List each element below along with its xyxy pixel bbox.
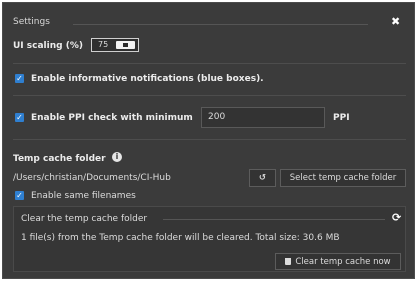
ppi-unit: PPI — [333, 113, 350, 123]
trash-icon — [285, 258, 292, 265]
clear-cache-divider — [163, 219, 385, 220]
divider — [13, 95, 406, 96]
ppi-check-label: Enable PPI check with minimum — [31, 113, 193, 123]
ppi-check-checkbox[interactable]: ✓ — [15, 113, 24, 122]
stepper-knob — [123, 43, 128, 47]
ui-scaling-stepper[interactable] — [116, 41, 135, 49]
ui-scaling-value: 75 — [98, 40, 109, 49]
refresh-icon[interactable]: ⟳ — [392, 211, 401, 224]
settings-dialog: Settings ✖ UI scaling (%) 75 ✓ Enable in… — [2, 2, 415, 279]
clear-temp-cache-label: Clear temp cache now — [295, 257, 391, 267]
ppi-input[interactable]: 200 — [201, 107, 325, 128]
same-filenames-checkbox[interactable]: ✓ — [15, 191, 24, 200]
ppi-value: 200 — [208, 112, 226, 122]
clear-cache-message: 1 file(s) from the Temp cache folder wil… — [21, 233, 340, 243]
close-icon[interactable]: ✖ — [391, 15, 400, 28]
ui-scaling-field[interactable]: 75 — [91, 38, 139, 52]
select-temp-cache-folder-button[interactable]: Select temp cache folder — [280, 169, 406, 187]
ui-scaling-label: UI scaling (%) — [13, 41, 83, 51]
dialog-title: Settings — [13, 17, 50, 27]
notifications-label: Enable informative notifications (blue b… — [31, 74, 264, 84]
divider — [13, 63, 406, 64]
title-divider — [73, 24, 368, 25]
divider — [13, 139, 406, 140]
temp-cache-label: Temp cache folder — [13, 154, 106, 164]
temp-cache-path: /Users/christian/Documents/CI-Hub — [13, 173, 171, 183]
reset-icon: ↺ — [258, 173, 267, 183]
clear-temp-cache-button[interactable]: Clear temp cache now — [275, 253, 401, 270]
clear-cache-title: Clear the temp cache folder — [21, 214, 148, 224]
info-icon: i — [112, 152, 122, 162]
reset-folder-button[interactable]: ↺ — [249, 169, 276, 187]
notifications-checkbox[interactable]: ✓ — [15, 74, 24, 83]
same-filenames-label: Enable same filenames — [31, 191, 136, 201]
